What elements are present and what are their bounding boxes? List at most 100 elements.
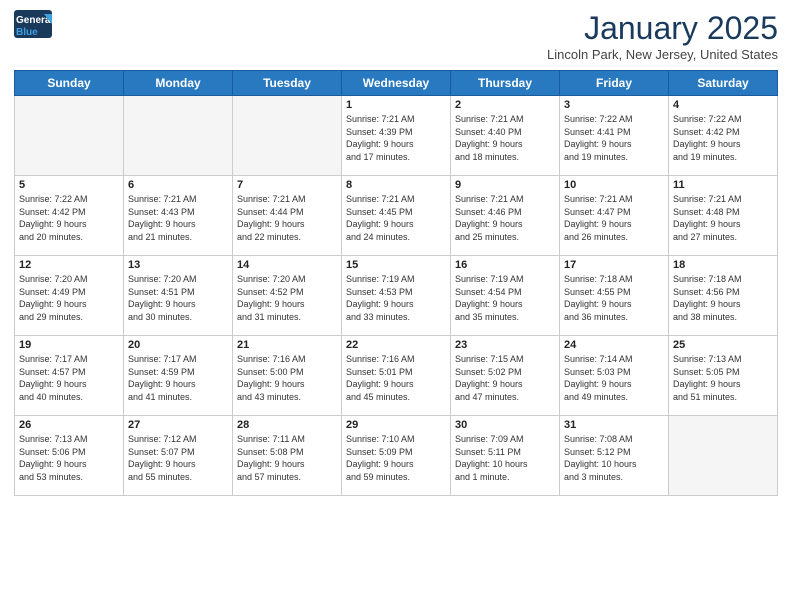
day-number: 13 [128,259,228,271]
header: General Blue January 2025 Lincoln Park, … [14,10,778,62]
day-cell-12: 12Sunrise: 7:20 AM Sunset: 4:49 PM Dayli… [15,256,124,336]
day-cell-23: 23Sunrise: 7:15 AM Sunset: 5:02 PM Dayli… [451,336,560,416]
day-number: 19 [19,339,119,351]
day-number: 22 [346,339,446,351]
day-cell-19: 19 Sunrise: 7:17 AM Sunset: 4:57 PM Dayli… [15,336,124,416]
day-number: 26 [19,419,119,431]
day-cell-15: 15Sunrise: 7:19 AM Sunset: 4:53 PM Dayli… [342,256,451,336]
day-cell-2: 2Sunrise: 7:21 AM Sunset: 4:40 PM Daylig… [451,96,560,176]
day-cell-18: 18Sunrise: 7:18 AM Sunset: 4:56 PM Dayli… [669,256,778,336]
col-header-sunday: Sunday [15,71,124,96]
day-cell-3: 3 Sunrise: 7:22 AM Sunset: 4:41 PM Daylig… [560,96,669,176]
main-title: January 2025 [547,10,778,47]
empty-cell [669,416,778,496]
empty-cell [124,96,233,176]
day-cell-14: 14Sunrise: 7:20 AM Sunset: 4:52 PM Dayli… [233,256,342,336]
day-info: Sunrise: 7:21 AM Sunset: 4:48 PM Dayligh… [673,193,773,243]
col-header-tuesday: Tuesday [233,71,342,96]
day-number: 3 [564,99,664,111]
day-cell-6: 6 Sunrise: 7:21 AM Sunset: 4:43 PM Daylig… [124,176,233,256]
calendar: SundayMondayTuesdayWednesdayThursdayFrid… [14,70,778,496]
day-cell-13: 13 Sunrise: 7:20 AM Sunset: 4:51 PM Dayli… [124,256,233,336]
day-info: Sunrise: 7:11 AM Sunset: 5:08 PM Dayligh… [237,433,337,483]
day-number: 31 [564,419,664,431]
day-number: 9 [455,179,555,191]
day-number: 24 [564,339,664,351]
day-cell-26: 26 Sunrise: 7:13 AM Sunset: 5:06 PM Dayli… [15,416,124,496]
day-info: Sunrise: 7:16 AM Sunset: 5:01 PM Dayligh… [346,353,446,403]
day-number: 28 [237,419,337,431]
day-number: 10 [564,179,664,191]
subtitle: Lincoln Park, New Jersey, United States [547,47,778,62]
day-cell-5: 5 Sunrise: 7:22 AM Sunset: 4:42 PM Daylig… [15,176,124,256]
week-row-3: 12Sunrise: 7:20 AM Sunset: 4:49 PM Dayli… [15,256,778,336]
day-cell-17: 17 Sunrise: 7:18 AM Sunset: 4:55 PM Dayli… [560,256,669,336]
day-number: 6 [128,179,228,191]
day-cell-29: 29 Sunrise: 7:10 AM Sunset: 5:09 PM Dayli… [342,416,451,496]
day-info: Sunrise: 7:13 AM Sunset: 5:06 PM Dayligh… [19,433,119,483]
col-header-thursday: Thursday [451,71,560,96]
day-info: Sunrise: 7:13 AM Sunset: 5:05 PM Dayligh… [673,353,773,403]
day-number: 7 [237,179,337,191]
day-info: Sunrise: 7:18 AM Sunset: 4:55 PM Dayligh… [564,273,664,323]
day-cell-16: 16 Sunrise: 7:19 AM Sunset: 4:54 PM Dayli… [451,256,560,336]
day-number: 29 [346,419,446,431]
day-info: Sunrise: 7:21 AM Sunset: 4:39 PM Dayligh… [346,113,446,163]
page: General Blue January 2025 Lincoln Park, … [0,0,792,506]
day-cell-9: 9 Sunrise: 7:21 AM Sunset: 4:46 PM Daylig… [451,176,560,256]
calendar-header-row: SundayMondayTuesdayWednesdayThursdayFrid… [15,71,778,96]
day-number: 21 [237,339,337,351]
day-info: Sunrise: 7:09 AM Sunset: 5:11 PM Dayligh… [455,433,555,483]
day-number: 12 [19,259,119,271]
week-row-2: 5 Sunrise: 7:22 AM Sunset: 4:42 PM Daylig… [15,176,778,256]
day-info: Sunrise: 7:10 AM Sunset: 5:09 PM Dayligh… [346,433,446,483]
day-info: Sunrise: 7:12 AM Sunset: 5:07 PM Dayligh… [128,433,228,483]
day-cell-10: 10Sunrise: 7:21 AM Sunset: 4:47 PM Dayli… [560,176,669,256]
day-info: Sunrise: 7:18 AM Sunset: 4:56 PM Dayligh… [673,273,773,323]
day-cell-21: 21Sunrise: 7:16 AM Sunset: 5:00 PM Dayli… [233,336,342,416]
day-number: 1 [346,99,446,111]
day-info: Sunrise: 7:14 AM Sunset: 5:03 PM Dayligh… [564,353,664,403]
day-cell-11: 11 Sunrise: 7:21 AM Sunset: 4:48 PM Dayli… [669,176,778,256]
day-number: 11 [673,179,773,191]
day-cell-22: 22 Sunrise: 7:16 AM Sunset: 5:01 PM Dayli… [342,336,451,416]
week-row-1: 1 Sunrise: 7:21 AM Sunset: 4:39 PM Daylig… [15,96,778,176]
day-cell-27: 27 Sunrise: 7:12 AM Sunset: 5:07 PM Dayli… [124,416,233,496]
day-number: 27 [128,419,228,431]
col-header-friday: Friday [560,71,669,96]
day-info: Sunrise: 7:21 AM Sunset: 4:43 PM Dayligh… [128,193,228,243]
day-info: Sunrise: 7:22 AM Sunset: 4:42 PM Dayligh… [673,113,773,163]
day-info: Sunrise: 7:21 AM Sunset: 4:44 PM Dayligh… [237,193,337,243]
day-number: 30 [455,419,555,431]
day-cell-28: 28 Sunrise: 7:11 AM Sunset: 5:08 PM Dayli… [233,416,342,496]
col-header-monday: Monday [124,71,233,96]
day-cell-20: 20 Sunrise: 7:17 AM Sunset: 4:59 PM Dayli… [124,336,233,416]
day-cell-25: 25 Sunrise: 7:13 AM Sunset: 5:05 PM Dayli… [669,336,778,416]
svg-text:Blue: Blue [16,27,38,38]
day-info: Sunrise: 7:08 AM Sunset: 5:12 PM Dayligh… [564,433,664,483]
day-info: Sunrise: 7:22 AM Sunset: 4:41 PM Dayligh… [564,113,664,163]
day-info: Sunrise: 7:21 AM Sunset: 4:46 PM Dayligh… [455,193,555,243]
day-cell-8: 8Sunrise: 7:21 AM Sunset: 4:45 PM Daylig… [342,176,451,256]
day-info: Sunrise: 7:21 AM Sunset: 4:45 PM Dayligh… [346,193,446,243]
day-info: Sunrise: 7:17 AM Sunset: 4:59 PM Dayligh… [128,353,228,403]
col-header-saturday: Saturday [669,71,778,96]
day-number: 5 [19,179,119,191]
day-number: 15 [346,259,446,271]
day-number: 2 [455,99,555,111]
day-number: 16 [455,259,555,271]
day-number: 20 [128,339,228,351]
day-info: Sunrise: 7:19 AM Sunset: 4:54 PM Dayligh… [455,273,555,323]
logo-icon: General Blue [14,10,52,38]
day-number: 17 [564,259,664,271]
day-cell-24: 24 Sunrise: 7:14 AM Sunset: 5:03 PM Dayli… [560,336,669,416]
empty-cell [15,96,124,176]
day-info: Sunrise: 7:22 AM Sunset: 4:42 PM Dayligh… [19,193,119,243]
day-info: Sunrise: 7:17 AM Sunset: 4:57 PM Dayligh… [19,353,119,403]
empty-cell [233,96,342,176]
day-number: 25 [673,339,773,351]
day-info: Sunrise: 7:20 AM Sunset: 4:51 PM Dayligh… [128,273,228,323]
day-cell-30: 30 Sunrise: 7:09 AM Sunset: 5:11 PM Dayli… [451,416,560,496]
title-area: January 2025 Lincoln Park, New Jersey, U… [547,10,778,62]
day-cell-31: 31 Sunrise: 7:08 AM Sunset: 5:12 PM Dayli… [560,416,669,496]
